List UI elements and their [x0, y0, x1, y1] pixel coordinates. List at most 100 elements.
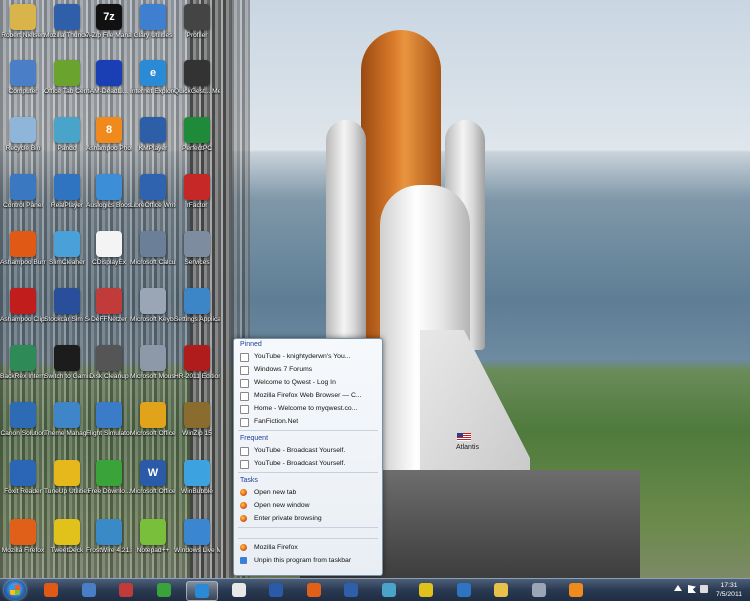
jump-list-divider	[238, 472, 378, 473]
desktop-icon-label: Profiler	[186, 32, 208, 39]
desktop-icon[interactable]: Auslogics BoostSpeed	[86, 174, 132, 210]
taskbar-button[interactable]	[449, 581, 479, 599]
flight-simulator-icon	[96, 402, 122, 428]
taskbar-button[interactable]	[486, 581, 516, 599]
taskbar-button[interactable]	[561, 581, 591, 599]
desktop-icon[interactable]: Theme Manager	[44, 402, 90, 438]
desktop-icon[interactable]: Ashampoo Burning	[0, 231, 46, 267]
taskbar-button[interactable]	[299, 581, 329, 599]
desktop-icon[interactable]: Profiler	[174, 4, 220, 40]
desktop-icon[interactable]: KMPlayer	[130, 117, 176, 153]
clock[interactable]: 17:31 7/5/2011	[716, 581, 742, 599]
pinned-item[interactable]: FanFiction.Net	[234, 415, 382, 428]
jump-list-open-firefox[interactable]: Mozilla Firefox	[234, 541, 382, 554]
taskbar-button[interactable]	[336, 581, 366, 599]
taskbar-button[interactable]	[261, 581, 291, 599]
desktop-icon[interactable]: Microsoft Mouse	[130, 345, 176, 381]
desktop-icon[interactable]: Pando	[44, 117, 90, 153]
desktop-icon[interactable]: rFactor	[174, 174, 220, 210]
desktop-icon[interactable]: Services	[174, 231, 220, 267]
deffnetzer-icon	[96, 288, 122, 314]
desktop-icon[interactable]: PerfectPC	[174, 117, 220, 153]
taskbar-button[interactable]	[524, 581, 554, 599]
frequent-item[interactable]: YouTube - Broadcast Yourself.	[234, 457, 382, 470]
pinned-item[interactable]: YouTube - knightyderwn's You...	[234, 350, 382, 363]
pinned-item[interactable]: Welcome to Qwest - Log In	[234, 376, 382, 389]
frequent-item[interactable]: YouTube - Broadcast Yourself.	[234, 444, 382, 457]
cdisplayex-icon	[96, 231, 122, 257]
desktop-icon[interactable]: Office Tab Center	[44, 60, 90, 96]
pando-icon	[54, 117, 80, 143]
desktop-icon[interactable]: Settings Application	[174, 288, 220, 324]
desktop-icon[interactable]: Flight Simulator X	[86, 402, 132, 438]
services-icon	[184, 231, 210, 257]
desktop-icon[interactable]: Foxit Reader	[0, 460, 46, 496]
taskbar-button[interactable]	[149, 581, 179, 599]
desktop-icon[interactable]: RealPlayer	[44, 174, 90, 210]
desktop-icon[interactable]: AM-DeadLi...	[86, 60, 132, 96]
desktop-icon[interactable]: BackRex Intern...	[0, 345, 46, 381]
show-hidden-icons-icon[interactable]	[674, 585, 682, 591]
desktop-icon-label: Microsoft Office Outl...	[130, 430, 176, 437]
task-item[interactable]: Open new window	[234, 499, 382, 512]
taskbar-button[interactable]	[224, 581, 254, 599]
task-item[interactable]: Open new tab	[234, 486, 382, 499]
desktop-icon[interactable]: LibreOffice Writer	[130, 174, 176, 210]
calculator-icon	[140, 231, 166, 257]
desktop-icon[interactable]: WinZip 15	[174, 402, 220, 438]
firefox-jump-list[interactable]: Pinned YouTube - knightyderwn's You... Wi…	[233, 338, 383, 576]
desktop-icon[interactable]: Microsoft Office Outl...	[130, 402, 176, 438]
desktop-icon[interactable]: Microsoft Calculat...	[130, 231, 176, 267]
computer-icon	[81, 583, 96, 597]
desktop-icon[interactable]: Robert Nielsen	[0, 4, 46, 40]
tuneup-icon	[54, 460, 80, 486]
desktop-icon[interactable]: DeFFNetzer	[86, 288, 132, 324]
taskbar-button[interactable]	[411, 581, 441, 599]
desktop-icon[interactable]: WinBubble	[174, 460, 220, 496]
desktop-icon[interactable]: 8 Ashampoo Photo Co...	[86, 117, 132, 153]
taskbar-button[interactable]	[74, 581, 104, 599]
taskbar-button[interactable]	[36, 581, 66, 599]
taskbar-button[interactable]	[374, 581, 404, 599]
desktop-icon[interactable]: Microsoft Keyboard	[130, 288, 176, 324]
desktop-icon[interactable]: Control Panel	[0, 174, 46, 210]
desktop-icon[interactable]: FrostWire 4.21.8	[86, 519, 132, 555]
pinned-label: YouTube - knightyderwn's You...	[254, 353, 351, 360]
action-center-flag-icon[interactable]	[688, 585, 696, 593]
desktop-icon[interactable]: Canon Solution	[0, 402, 46, 438]
desktop-icon[interactable]: Recycle Bin	[0, 117, 46, 153]
desktop-icon[interactable]: Mozilla Firefox	[0, 519, 46, 555]
taskbar-button[interactable]	[111, 581, 141, 599]
pinned-item[interactable]: Mozilla Firefox Web Browser — C...	[234, 389, 382, 402]
desktop-icon[interactable]: Disk Cleanup	[86, 345, 132, 381]
desktop-icon[interactable]: Windows Live Mail	[174, 519, 220, 555]
desktop-icon[interactable]: QuickGest... Media Pla...	[174, 60, 220, 96]
desktop-icon[interactable]: SlimCleaner	[44, 231, 90, 267]
desktop-icon[interactable]: TweetDeck	[44, 519, 90, 555]
start-button[interactable]	[4, 580, 26, 600]
pinned-item[interactable]: Windows 7 Forums	[234, 363, 382, 376]
desktop-icon[interactable]: Notepad++	[130, 519, 176, 555]
taskbar-button[interactable]	[186, 581, 218, 601]
desktop-icon[interactable]: Switch to Gamin...	[44, 345, 90, 381]
glary-utilities-icon	[140, 4, 166, 30]
desktop-icon[interactable]: TuneUp Utilities	[44, 460, 90, 496]
desktop-icon[interactable]: e Internet Explorer	[130, 60, 176, 96]
network-icon[interactable]	[700, 585, 708, 593]
desktop-icon[interactable]: HR-2011 Edition	[174, 345, 220, 381]
pinned-item[interactable]: Home - Welcome to myqwest.co...	[234, 402, 382, 415]
orbiter-name-label: Atlantis	[456, 444, 479, 451]
desktop-icon[interactable]: Ashampoo ClipFind...	[0, 288, 46, 324]
task-item[interactable]: Enter private browsing	[234, 512, 382, 525]
realplayer-icon	[54, 174, 80, 200]
desktop-icon[interactable]: Free Downlo...	[86, 460, 132, 496]
desktop-icon[interactable]: W Microsoft Office Wor...	[130, 460, 176, 496]
desktop-icon[interactable]: Mozilla Thunderbird	[44, 4, 90, 40]
desktop-icon[interactable]: Glary Utilities	[130, 4, 176, 40]
desktop-icon[interactable]: 7z 7-Zip File Manager	[86, 4, 132, 40]
jump-list-unpin[interactable]: Unpin this program from taskbar	[234, 554, 382, 567]
settings-icon	[184, 288, 210, 314]
desktop-icon[interactable]: Computer	[0, 60, 46, 96]
desktop-icon[interactable]: Stockcar Sim Series	[44, 288, 90, 324]
desktop-icon[interactable]: CDisplayEx	[86, 231, 132, 267]
